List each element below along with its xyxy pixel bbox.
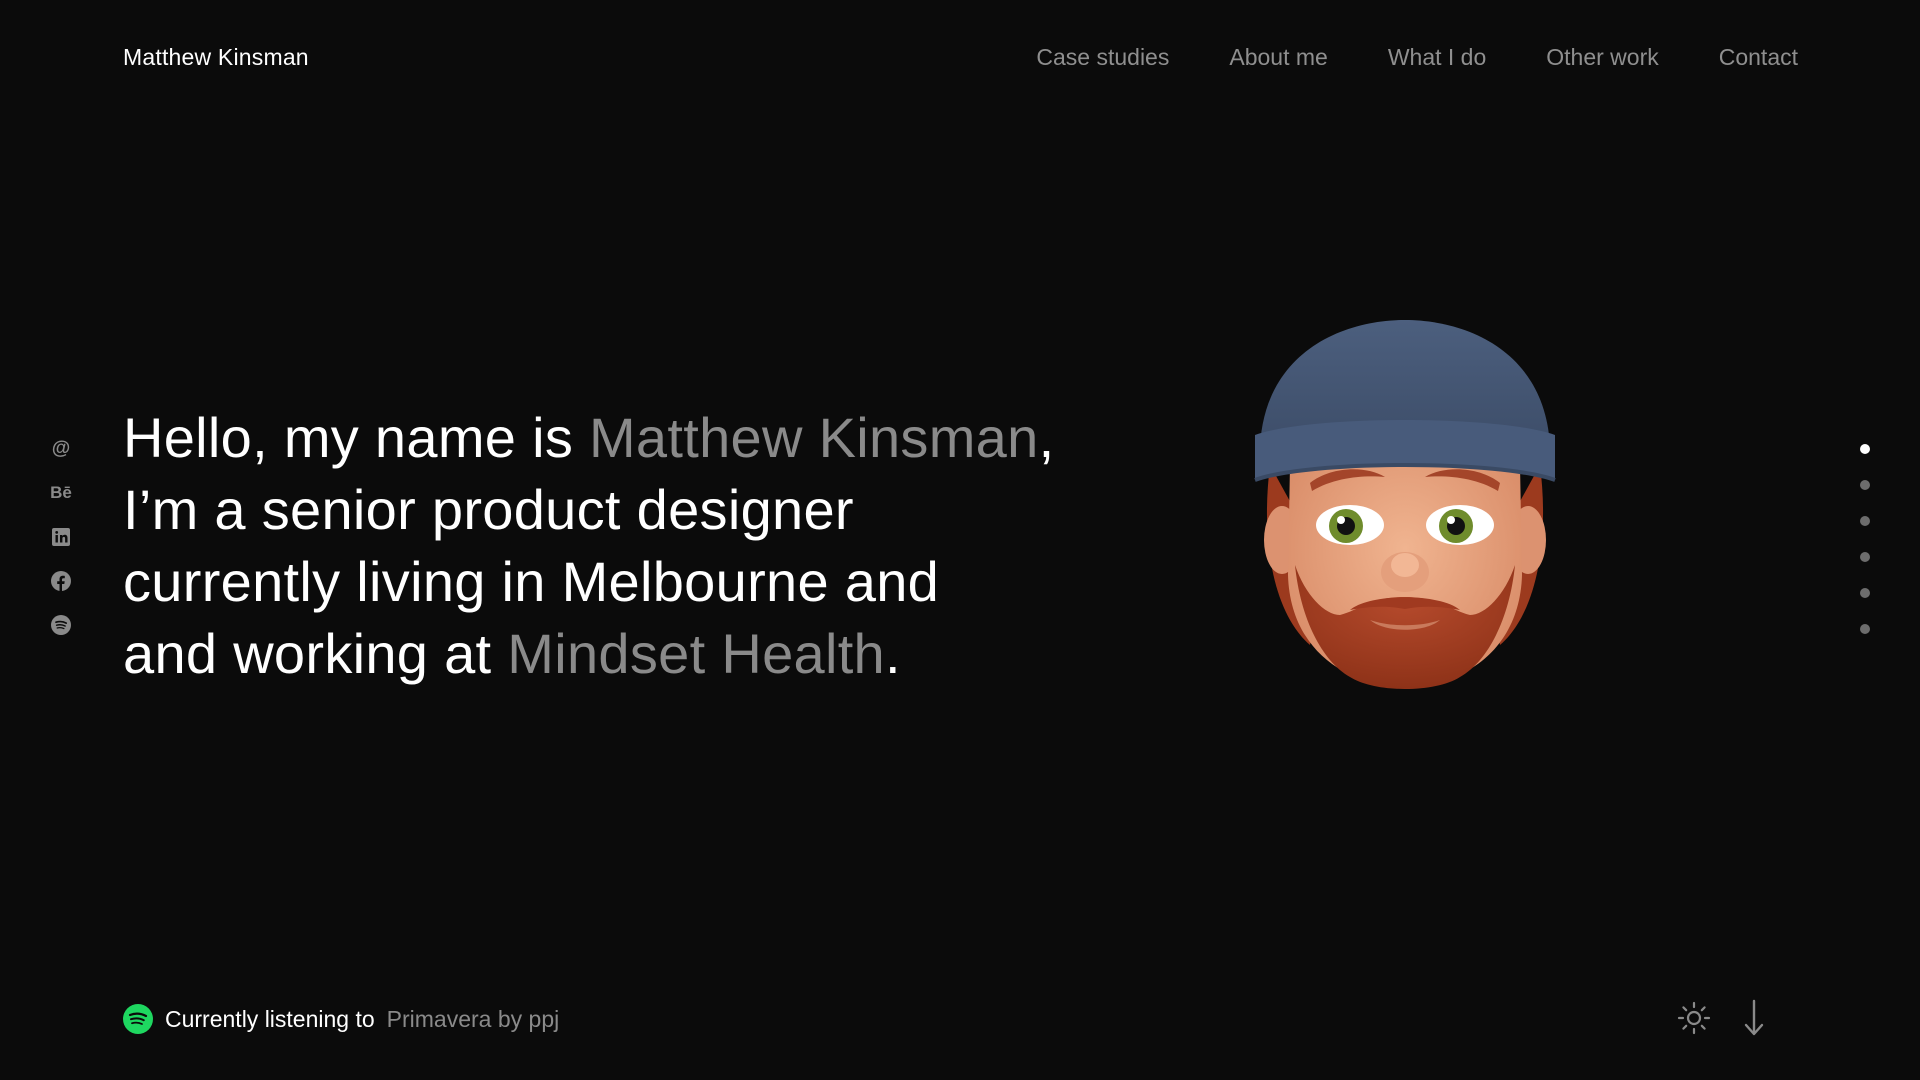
section-dot[interactable] <box>1860 444 1870 454</box>
nav-case-studies[interactable]: Case studies <box>1036 44 1169 71</box>
sun-icon[interactable] <box>1676 998 1712 1038</box>
page: Matthew Kinsman Case studies About me Wh… <box>0 0 1920 1080</box>
hero-text: Hello, my name is Matthew Kinsman, I’m a… <box>123 402 1083 690</box>
hero-line-4: and working at Mindset Health. <box>123 618 1083 690</box>
hero-name-link[interactable]: Matthew Kinsman <box>589 406 1039 469</box>
now-playing-track[interactable]: Primavera by ppj <box>387 1006 560 1033</box>
footer-controls <box>1676 998 1772 1038</box>
section-dot[interactable] <box>1860 624 1870 634</box>
now-playing-label: Currently listening to <box>165 1005 375 1032</box>
hero-intro: Hello, my name is <box>123 406 589 469</box>
facebook-icon[interactable] <box>50 570 72 592</box>
section-dot[interactable] <box>1860 516 1870 526</box>
main-nav: Case studies About me What I do Other wo… <box>1036 44 1798 71</box>
hero-comma: , <box>1038 406 1055 469</box>
nav-other-work[interactable]: Other work <box>1546 44 1658 71</box>
nav-contact[interactable]: Contact <box>1719 44 1798 71</box>
section-dot[interactable] <box>1860 588 1870 598</box>
behance-icon[interactable]: Bē <box>50 482 72 504</box>
section-indicator <box>1860 444 1870 634</box>
hero-line-2: I’m a senior product designer <box>123 478 854 541</box>
nav-what-i-do[interactable]: What I do <box>1388 44 1486 71</box>
hero-company-link[interactable]: Mindset Health <box>507 622 885 685</box>
hero-working-at: and working at <box>123 622 508 685</box>
now-playing: Currently listening to Primavera by ppj <box>123 1004 559 1034</box>
hero-line-1: Hello, my name is Matthew Kinsman, <box>123 402 1083 474</box>
spotify-icon[interactable] <box>123 1004 153 1034</box>
social-links: @ Bē <box>48 438 74 636</box>
section-dot[interactable] <box>1860 480 1870 490</box>
section-dot[interactable] <box>1860 552 1870 562</box>
hero-period: . <box>885 622 901 685</box>
nav-about-me[interactable]: About me <box>1229 44 1327 71</box>
linkedin-icon[interactable] <box>50 526 72 548</box>
brand-name[interactable]: Matthew Kinsman <box>123 44 309 71</box>
avatar <box>1250 315 1560 700</box>
arrow-down-icon[interactable] <box>1736 998 1772 1038</box>
at-icon[interactable]: @ <box>50 438 72 460</box>
hero-line-3: currently living in Melbourne and <box>123 550 940 613</box>
spotify-icon[interactable] <box>50 614 72 636</box>
